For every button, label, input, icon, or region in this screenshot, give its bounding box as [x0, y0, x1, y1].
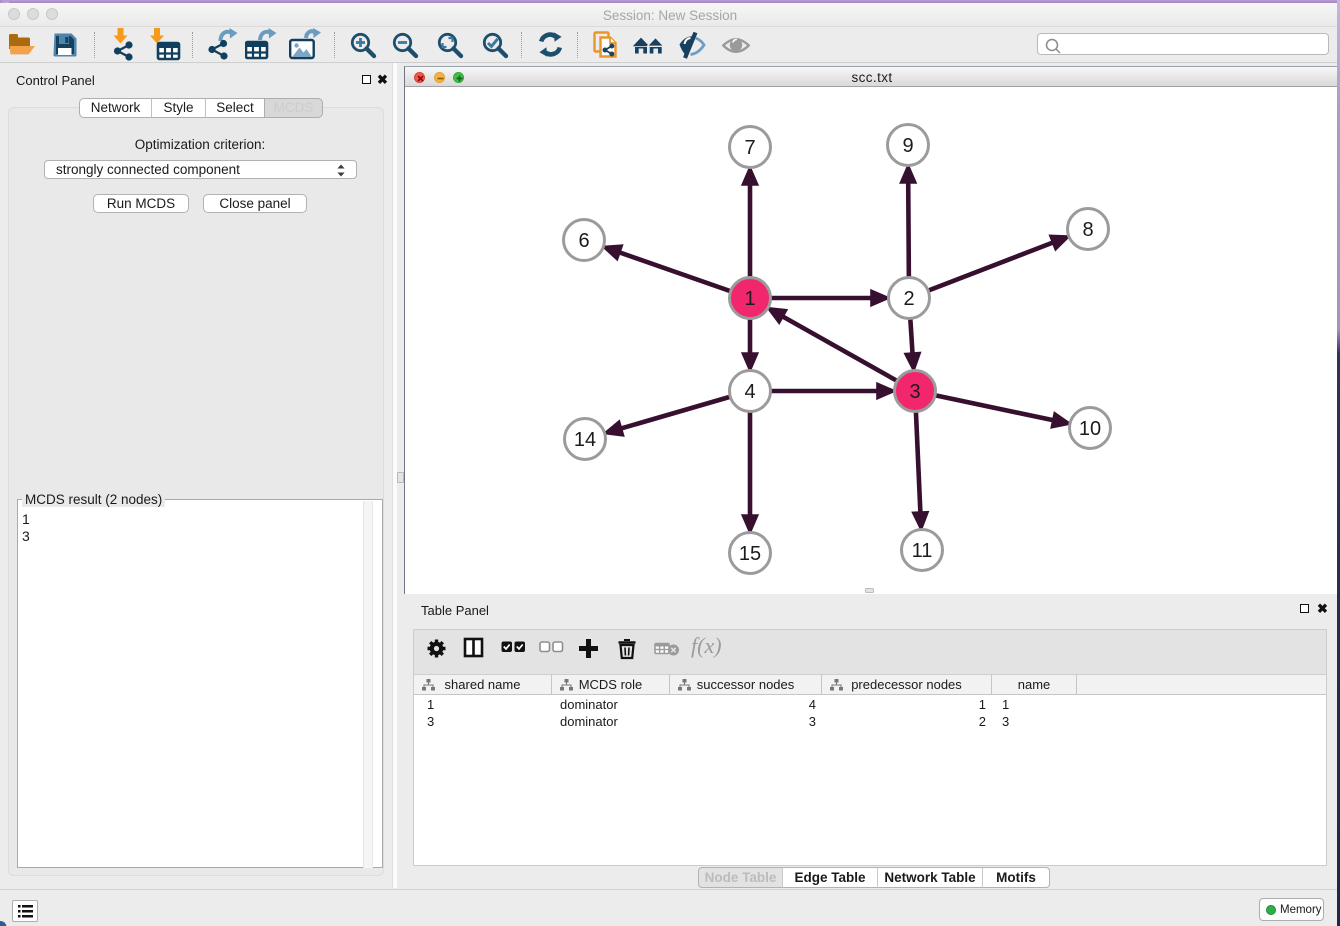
svg-text:1: 1	[744, 288, 755, 310]
svg-text:3: 3	[909, 381, 920, 403]
svg-text:8: 8	[1082, 219, 1093, 241]
svg-text:9: 9	[902, 135, 913, 157]
svg-text:2: 2	[903, 288, 914, 310]
svg-text:6: 6	[578, 230, 589, 252]
svg-text:14: 14	[574, 429, 596, 451]
svg-text:10: 10	[1079, 418, 1101, 440]
svg-text:7: 7	[744, 137, 755, 159]
svg-text:15: 15	[739, 543, 761, 565]
svg-text:4: 4	[744, 381, 755, 403]
svg-text:11: 11	[912, 540, 933, 562]
